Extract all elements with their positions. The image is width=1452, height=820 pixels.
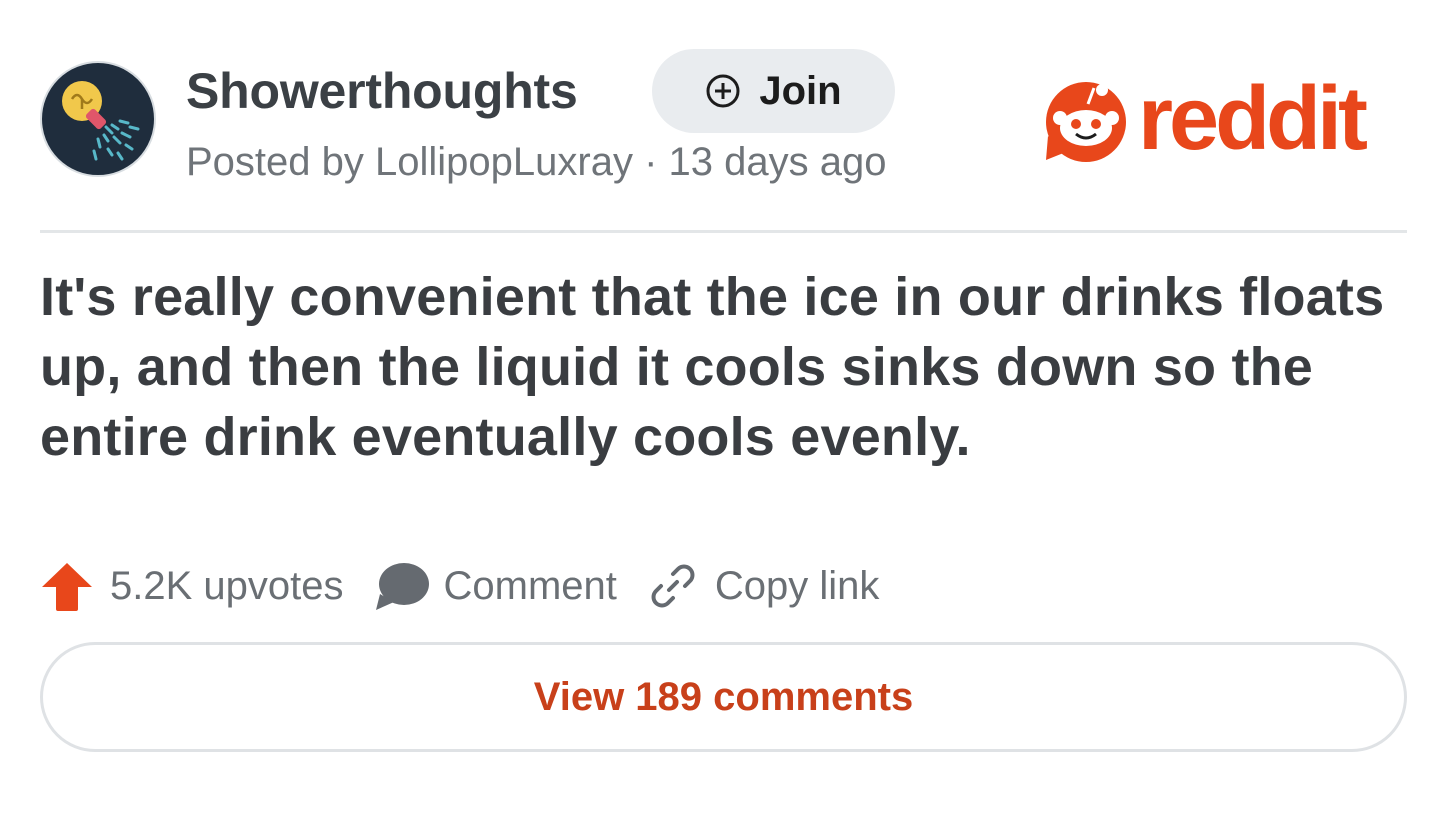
view-comments-button[interactable]: View 189 comments [40,642,1407,752]
plus-circle-icon [706,74,740,108]
comment-bubble-icon [375,563,429,610]
reddit-wordmark: reddit [1138,69,1368,169]
post-meta: Posted by LollipopLuxray · 13 days ago [186,140,887,184]
join-label: Join [759,68,842,113]
post-title[interactable]: It's really convenient that the ice in o… [40,262,1407,472]
lightbulb-shower-icon [62,81,140,161]
reddit-snoo-icon [1046,82,1126,162]
copy-link-label: Copy link [714,563,880,608]
link-chain-icon [651,564,695,608]
comment-label: Comment [443,563,617,608]
copy-link-button[interactable]: Copy link [617,562,880,610]
post-actions: 5.2K upvotes Comment Copy link [40,556,879,616]
header-divider [40,230,1407,233]
comment-button[interactable]: Comment [344,560,617,612]
upvote-count: 5.2K upvotes [110,563,344,608]
reddit-logo: reddit [1042,74,1410,164]
upvote-button[interactable]: 5.2K upvotes [40,559,344,613]
upvote-arrow-icon [42,563,92,611]
subreddit-avatar[interactable] [40,61,156,177]
join-button[interactable]: Join [652,49,895,133]
view-comments-label: View 189 comments [533,674,914,719]
subreddit-name[interactable]: Showerthoughts [186,62,578,120]
post-card: Showerthoughts Join Posted by LollipopLu… [40,0,1407,820]
